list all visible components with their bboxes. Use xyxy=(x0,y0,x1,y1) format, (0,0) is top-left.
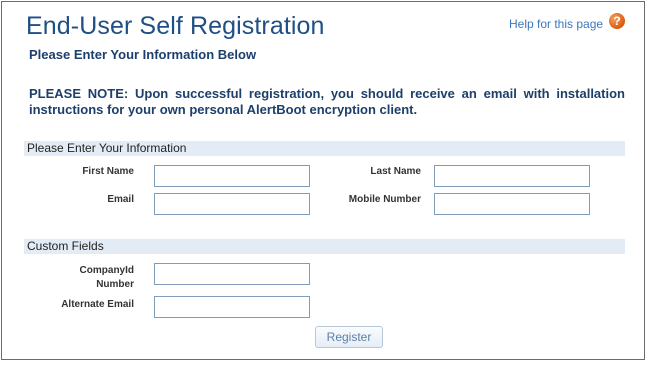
company-id-label: CompanyId Number xyxy=(42,264,134,292)
company-id-field[interactable] xyxy=(154,263,310,285)
section-header-info: Please Enter Your Information xyxy=(24,141,625,156)
page-subtitle: Please Enter Your Information Below xyxy=(29,47,257,62)
alternate-email-label: Alternate Email xyxy=(61,299,134,310)
page-title: End-User Self Registration xyxy=(26,12,325,40)
register-button[interactable]: Register xyxy=(315,326,383,348)
alternate-email-field[interactable] xyxy=(154,296,310,318)
company-id-label-line1: CompanyId xyxy=(79,265,134,276)
mobile-number-label: Mobile Number xyxy=(348,194,421,205)
help-link[interactable]: Help for this page xyxy=(509,17,603,31)
first-name-label: First Name xyxy=(82,166,134,177)
registration-note: PLEASE NOTE: Upon successful registratio… xyxy=(29,86,625,117)
email-label: Email xyxy=(107,194,134,205)
last-name-label: Last Name xyxy=(370,166,421,177)
question-icon[interactable]: ? xyxy=(609,13,625,29)
mobile-number-field[interactable] xyxy=(434,193,590,215)
company-id-label-line2: Number xyxy=(96,279,134,290)
email-field[interactable] xyxy=(154,193,310,215)
section-header-custom: Custom Fields xyxy=(24,239,625,254)
registration-panel: End-User Self Registration Help for this… xyxy=(1,1,645,360)
first-name-field[interactable] xyxy=(154,165,310,187)
last-name-field[interactable] xyxy=(434,165,590,187)
